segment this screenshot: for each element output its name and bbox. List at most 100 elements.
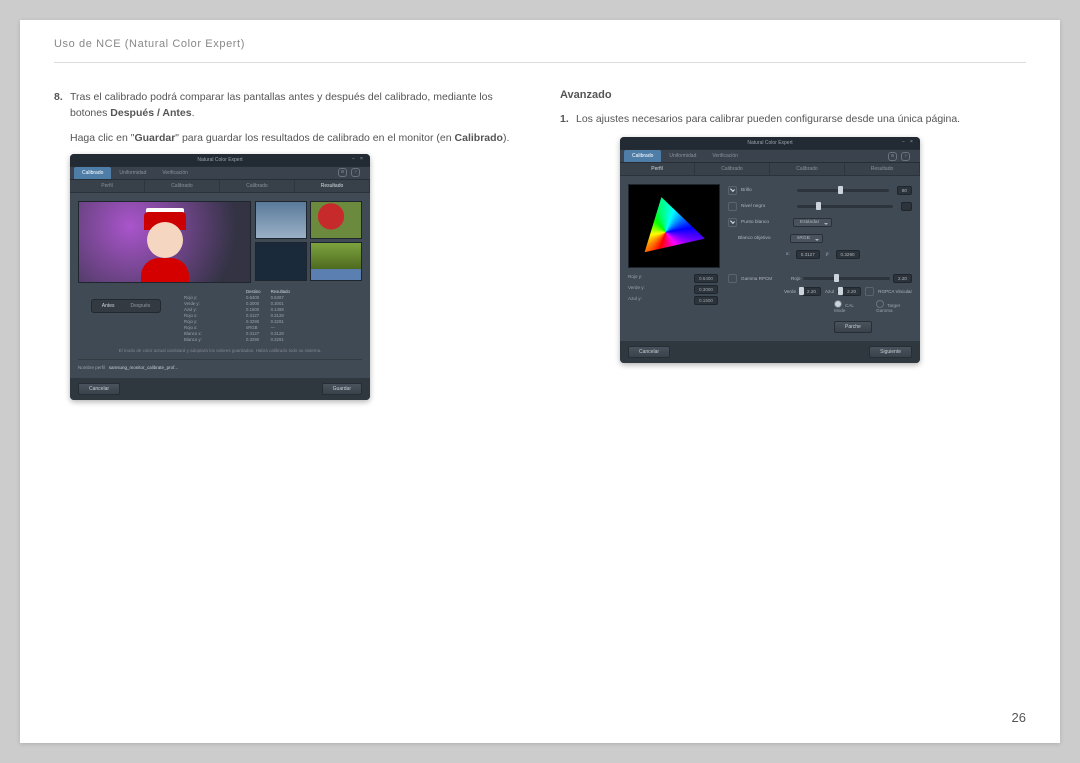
step-1: 1. Los ajustes necesarios para calibrar … bbox=[560, 111, 1026, 127]
hint-text: El modo de color actual cambiará y adopt… bbox=[78, 348, 362, 353]
right-column: Avanzado 1. Los ajustes necesarios para … bbox=[560, 89, 1026, 400]
thumb-apple[interactable] bbox=[310, 201, 362, 240]
save-button[interactable]: Guardar bbox=[322, 383, 362, 395]
sub-tabs: Perfil Calibrado Calibrado Resultado bbox=[620, 163, 920, 176]
figure-calibration-result: Natural Color Expert −× Calibrado Unifor… bbox=[70, 154, 520, 400]
whitetarget-control: Blanco objetivo sRGB bbox=[738, 234, 912, 243]
gamma-green-value[interactable]: 2.20 bbox=[802, 287, 821, 296]
gamma-blue-value[interactable]: 2.20 bbox=[842, 287, 861, 296]
window-footer: Cancelar Guardar bbox=[70, 378, 370, 400]
brightness-slider[interactable] bbox=[797, 189, 889, 192]
black-level-label: Nivel negro bbox=[741, 204, 789, 209]
cancel-button[interactable]: Cancelar bbox=[628, 346, 670, 358]
app-window: Natural Color Expert −× Calibrado Unifor… bbox=[620, 137, 920, 363]
gamma-blue-slider[interactable] bbox=[837, 290, 839, 293]
mode-cal[interactable]: CAL Mode bbox=[834, 300, 862, 313]
app-window: Natural Color Expert −× Calibrado Unifor… bbox=[70, 154, 370, 400]
whitepoint-control: Punto blanco Estándar bbox=[728, 218, 912, 227]
tab-calibrado[interactable]: Calibrado bbox=[624, 150, 661, 162]
gear-icon[interactable]: ⚙ bbox=[888, 152, 897, 161]
sync-label: RGPCA Vincular bbox=[878, 289, 912, 294]
tab-verificacion[interactable]: Verificación bbox=[704, 150, 746, 162]
profile-value: samsung_monitor_calibrate_prof... bbox=[109, 365, 178, 370]
brightness-control: Brillo 80 bbox=[728, 186, 912, 195]
whitetarget-dropdown[interactable]: sRGB bbox=[790, 234, 823, 243]
before-after-toggle[interactable]: AntesDespués bbox=[78, 299, 174, 313]
main-tabs: Calibrado Uniformidad Verificación ⚙? bbox=[70, 166, 370, 180]
main-tabs: Calibrado Uniformidad Verificación ⚙? bbox=[620, 149, 920, 163]
minimize-icon[interactable]: − bbox=[902, 139, 908, 145]
black-level-value[interactable] bbox=[901, 202, 912, 211]
subtab-resultado[interactable]: Resultado bbox=[295, 180, 370, 192]
window-title-bar: Natural Color Expert −× bbox=[620, 137, 920, 149]
patches-button[interactable]: Parche bbox=[834, 321, 872, 333]
brightness-label: Brillo bbox=[741, 188, 789, 193]
gamut-diagram bbox=[628, 184, 720, 268]
cancel-button[interactable]: Cancelar bbox=[78, 383, 120, 395]
next-button[interactable]: Siguiente bbox=[869, 346, 912, 358]
gear-icon[interactable]: ⚙ bbox=[338, 168, 347, 177]
xy-row: x:0.3127 y:0.3290 bbox=[786, 250, 912, 259]
subtab-cal2[interactable]: Calibrado bbox=[770, 163, 845, 175]
preview-panel bbox=[78, 201, 362, 283]
top-settings-row: Brillo 80 Nivel negro bbox=[628, 184, 912, 268]
save-instruction: Haga clic en "Guardar" para guardar los … bbox=[70, 130, 520, 146]
step-text: Los ajustes necesarios para calibrar pue… bbox=[576, 111, 960, 127]
tab-uniformidad[interactable]: Uniformidad bbox=[661, 150, 704, 162]
subtab-resultado[interactable]: Resultado bbox=[845, 163, 920, 175]
y-value[interactable]: 0.3290 bbox=[836, 250, 860, 259]
advanced-heading: Avanzado bbox=[560, 89, 1026, 101]
columns: 8. Tras el calibrado podrá comparar las … bbox=[54, 89, 1026, 400]
tab-verificacion[interactable]: Verificación bbox=[154, 167, 196, 179]
profile-row: Nombre perfil samsung_monitor_calibrate_… bbox=[78, 359, 362, 370]
whitepoint-label: Punto blanco bbox=[741, 220, 789, 225]
help-icon[interactable]: ? bbox=[901, 152, 910, 161]
help-icon[interactable]: ? bbox=[351, 168, 360, 177]
gamma-checkbox[interactable] bbox=[728, 274, 737, 283]
brightness-value[interactable]: 80 bbox=[897, 186, 912, 195]
window-body: AntesDespués Rojo y:Verde y:Azul y: Rojo… bbox=[70, 193, 370, 378]
manual-page: Uso de NCE (Natural Color Expert) 8. Tra… bbox=[20, 20, 1060, 743]
window-body: Brillo 80 Nivel negro bbox=[620, 176, 920, 341]
close-icon[interactable]: × bbox=[910, 139, 916, 145]
gamma-control: Gamma RPCM Rojo2.20 bbox=[728, 274, 912, 283]
minimize-icon[interactable]: − bbox=[352, 156, 358, 162]
step-number: 8. bbox=[54, 89, 70, 122]
window-footer: Cancelar Siguiente bbox=[620, 341, 920, 363]
subtab-perfil[interactable]: Perfil bbox=[620, 163, 695, 175]
subtab-perfil[interactable]: Perfil bbox=[70, 180, 145, 192]
bottom-settings-row: Rojo y:0.6400 Verde y:0.3000 Azul y:0.15… bbox=[628, 274, 912, 333]
gamma-red-value[interactable]: 2.20 bbox=[893, 274, 912, 283]
subtab-cal1[interactable]: Calibrado bbox=[145, 180, 220, 192]
black-level-slider[interactable] bbox=[797, 205, 893, 208]
x-value[interactable]: 0.3127 bbox=[796, 250, 820, 259]
subtab-cal2[interactable]: Calibrado bbox=[220, 180, 295, 192]
gamma-green: Verde2.20 Azul2.20 RGPCA Vincular bbox=[784, 287, 912, 296]
step-number: 1. bbox=[560, 111, 576, 127]
rgb-target-table: Rojo y:0.6400 Verde y:0.3000 Azul y:0.15… bbox=[628, 274, 718, 307]
preview-main-image bbox=[78, 201, 251, 283]
tab-uniformidad[interactable]: Uniformidad bbox=[111, 167, 154, 179]
tab-calibrado[interactable]: Calibrado bbox=[74, 167, 111, 179]
thumb-sky[interactable] bbox=[255, 201, 307, 240]
black-level-control: Nivel negro bbox=[728, 202, 912, 211]
subtab-cal1[interactable]: Calibrado bbox=[695, 163, 770, 175]
gamma-mode: CAL Mode Target Gamma bbox=[834, 300, 912, 313]
thumb-field[interactable] bbox=[310, 242, 362, 281]
gamma-red-slider[interactable] bbox=[803, 277, 890, 280]
sync-checkbox[interactable] bbox=[865, 287, 874, 296]
left-column: 8. Tras el calibrado podrá comparar las … bbox=[54, 89, 520, 400]
whitepoint-dropdown[interactable]: Estándar bbox=[793, 218, 832, 227]
whitepoint-checkbox[interactable] bbox=[728, 218, 737, 227]
stats-table: Rojo y:Verde y:Azul y: Rojo x:Rojo y:Roj… bbox=[184, 289, 362, 343]
window-title-bar: Natural Color Expert −× bbox=[70, 154, 370, 166]
black-level-checkbox[interactable] bbox=[728, 202, 737, 211]
mode-target[interactable]: Target Gamma bbox=[876, 300, 912, 313]
preview-thumbnails bbox=[255, 201, 362, 281]
step-text: Tras el calibrado podrá comparar las pan… bbox=[70, 89, 520, 122]
brightness-checkbox[interactable] bbox=[728, 186, 737, 195]
sub-tabs: Perfil Calibrado Calibrado Resultado bbox=[70, 180, 370, 193]
thumb-dark[interactable] bbox=[255, 242, 307, 281]
close-icon[interactable]: × bbox=[360, 156, 366, 162]
figure-advanced-settings: Natural Color Expert −× Calibrado Unifor… bbox=[620, 137, 1026, 363]
